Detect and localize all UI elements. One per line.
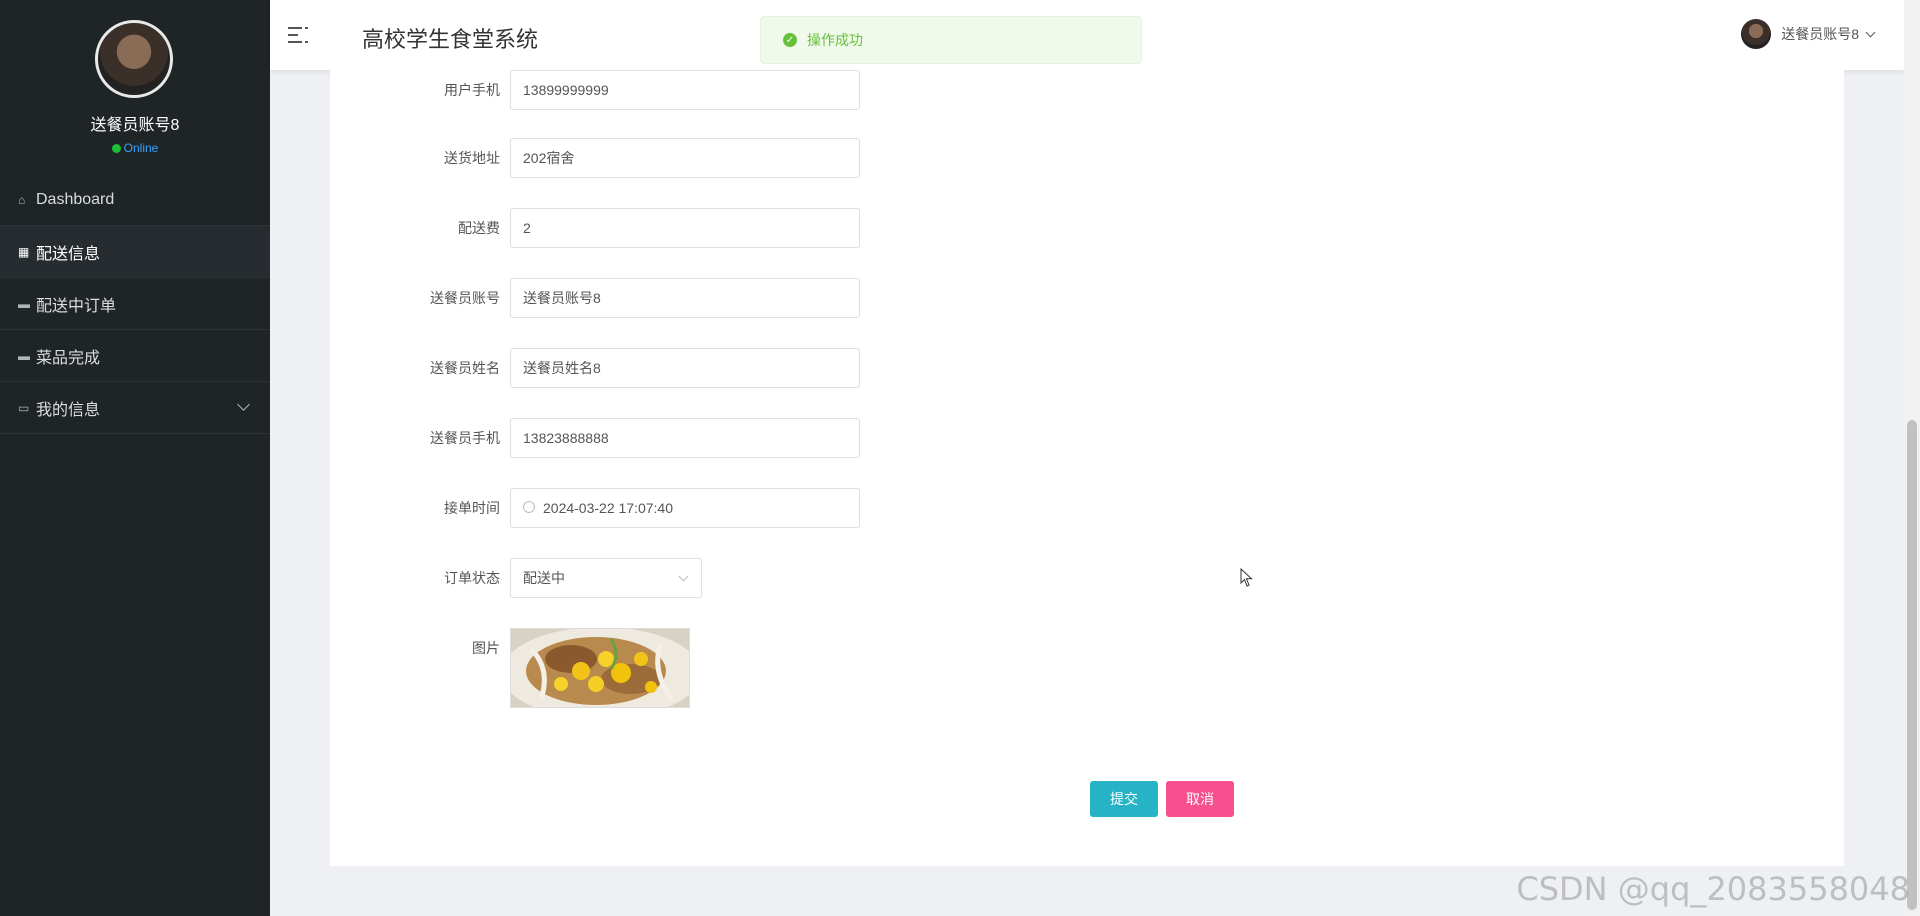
phone-label: 用户手机 (444, 82, 500, 98)
sidebar-item-orders-in-delivery[interactable]: ▬ 配送中订单 (0, 278, 270, 330)
fee-label: 配送费 (458, 220, 500, 236)
courier-account-label: 送餐员账号 (430, 290, 500, 306)
online-dot-icon (111, 144, 121, 153)
sidebar-item-label: Dashboard (36, 190, 115, 208)
sidebar-item-label: 配送信息 (36, 245, 101, 263)
form-row-image: 图片 (330, 628, 1230, 708)
form-row-courier-name: 送餐员姓名 送餐员姓名8 (330, 348, 1230, 388)
watermark: CSDN @qq_2083558048 (1516, 870, 1910, 908)
form-row-order-time: 接单时间 2024-03-22 17:07:40 (330, 488, 1230, 528)
chevron-down-icon (237, 398, 250, 411)
monitor-icon: ▬ (18, 348, 30, 363)
order-status-value: 配送中 (523, 570, 565, 586)
form-card: 用户手机 13899999999 送货地址 202宿舍 配送费 2 送餐员账号 … (330, 70, 1844, 866)
submit-button[interactable]: 提交 (1090, 781, 1158, 817)
form-row-address: 送货地址 202宿舍 (330, 138, 1230, 178)
phone-input[interactable]: 13899999999 (510, 70, 860, 110)
form-row-courier-phone: 送餐员手机 13823888888 (330, 418, 1230, 458)
success-toast: ✓ 操作成功 (760, 16, 1142, 64)
chevron-down-icon (1865, 27, 1876, 37)
clock-icon (523, 501, 535, 513)
dish-image[interactable] (510, 628, 690, 708)
address-input[interactable]: 202宿舍 (510, 138, 860, 178)
sidebar-item-label: 菜品完成 (36, 349, 101, 367)
fee-input[interactable]: 2 (510, 208, 860, 248)
sidebar-item-label: 配送中订单 (36, 297, 117, 315)
menu-toggle-icon[interactable] (288, 24, 310, 46)
order-time-label: 接单时间 (444, 500, 500, 516)
order-time-value: 2024-03-22 17:07:40 (543, 500, 673, 516)
address-label: 送货地址 (444, 150, 500, 166)
form-row-phone: 用户手机 13899999999 (330, 70, 1230, 110)
courier-name-input[interactable]: 送餐员姓名8 (510, 348, 860, 388)
courier-phone-input[interactable]: 13823888888 (510, 418, 860, 458)
header-avatar (1741, 19, 1772, 49)
cancel-button[interactable]: 取消 (1166, 781, 1234, 817)
app-title: 高校学生食堂系统 (362, 27, 539, 52)
card-icon: ▭ (18, 400, 30, 415)
home-icon: ⌂ (18, 192, 26, 207)
form-row-courier-account: 送餐员账号 送餐员账号8 (330, 278, 1230, 318)
scrollbar-thumb[interactable] (1907, 420, 1917, 910)
form-row-fee: 配送费 2 (330, 208, 1230, 248)
sidebar-item-dashboard[interactable]: ⌂ Dashboard (0, 174, 270, 226)
dish-photo-icon (511, 629, 689, 707)
sidebar-item-my-info[interactable]: ▭ 我的信息 (0, 382, 270, 434)
order-status-select[interactable]: 配送中 (510, 558, 702, 598)
image-label: 图片 (472, 640, 500, 656)
monitor-icon: ▬ (18, 296, 30, 311)
online-status-label: Online (123, 141, 159, 155)
toast-message: 操作成功 (807, 32, 863, 48)
mouse-cursor-icon (1240, 568, 1253, 587)
chevron-down-icon (678, 571, 689, 582)
form-row-order-status: 订单状态 配送中 (330, 558, 1230, 598)
user-avatar[interactable] (95, 20, 173, 98)
sidebar-item-delivery-info[interactable]: ▦ 配送信息 (0, 226, 270, 278)
sidebar-user-name: 送餐员账号8 (90, 117, 180, 134)
sidebar: 送餐员账号8 Online ⌂ Dashboard ▦ 配送信息 ▬ 配送中订单… (0, 0, 270, 916)
check-icon: ✓ (783, 33, 797, 47)
online-status: Online (0, 141, 270, 155)
courier-name-label: 送餐员姓名 (430, 360, 500, 376)
grid-icon: ▦ (18, 244, 30, 259)
page-scrollbar[interactable] (1904, 0, 1920, 916)
courier-phone-label: 送餐员手机 (430, 430, 500, 446)
header-user-menu[interactable]: 送餐员账号8 (1741, 19, 1876, 49)
sidebar-item-label: 我的信息 (36, 401, 101, 419)
order-status-label: 订单状态 (444, 570, 500, 586)
order-time-picker[interactable]: 2024-03-22 17:07:40 (510, 488, 860, 528)
header-user-name: 送餐员账号8 (1781, 26, 1859, 42)
sidebar-profile: 送餐员账号8 Online (0, 0, 270, 170)
sidebar-item-dish-complete[interactable]: ▬ 菜品完成 (0, 330, 270, 382)
sidebar-menu: ⌂ Dashboard ▦ 配送信息 ▬ 配送中订单 ▬ 菜品完成 ▭ 我的信息 (0, 174, 270, 434)
courier-account-input[interactable]: 送餐员账号8 (510, 278, 860, 318)
